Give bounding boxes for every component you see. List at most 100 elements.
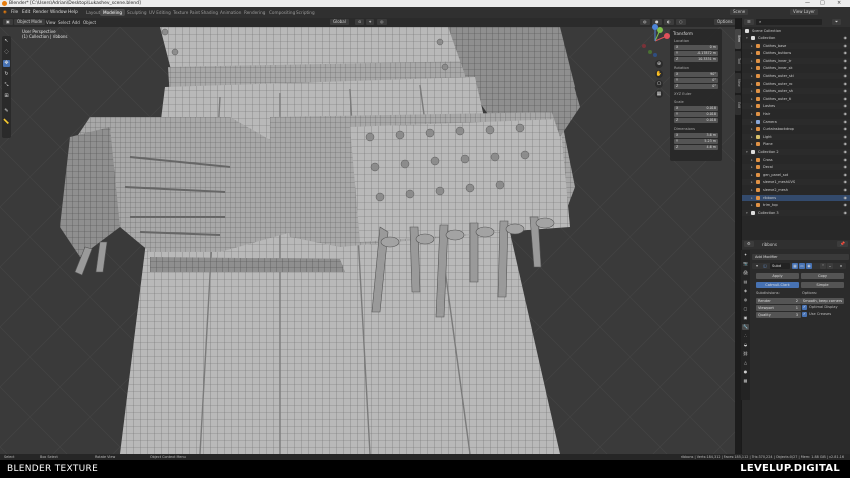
visibility-eye-icon[interactable]: ◉ <box>844 73 848 79</box>
collapse-chevron-icon[interactable]: ▾ <box>754 263 760 269</box>
menu-add[interactable]: Add <box>72 19 80 26</box>
visibility-eye-icon[interactable]: ◉ <box>844 202 848 208</box>
outliner-row[interactable]: ▸ Plane ◉ <box>742 141 850 147</box>
visibility-eye-icon[interactable]: ◉ <box>844 210 848 216</box>
scale-z-field[interactable]: Z 0.018 <box>674 118 718 123</box>
transform-orientation[interactable]: Global <box>330 19 349 25</box>
outliner-row[interactable]: ▸ Decal ◉ <box>742 164 850 171</box>
visibility-eye-icon[interactable]: ◉ <box>844 195 848 201</box>
expand-arrow-icon[interactable]: ▸ <box>751 88 753 94</box>
pan-hand-icon[interactable]: ✋ <box>655 70 663 78</box>
outliner-scene-collection[interactable]: Scene Collection <box>742 28 850 34</box>
outliner-row[interactable]: ▾ Collection ◉ <box>742 35 850 41</box>
visibility-eye-icon[interactable]: ◉ <box>844 157 848 163</box>
expand-arrow-icon[interactable]: ▸ <box>751 202 753 208</box>
collection-properties-icon[interactable]: ▢ <box>742 306 749 312</box>
particles-properties-icon[interactable]: ∴ <box>742 333 749 339</box>
apply-button[interactable]: Apply <box>756 273 799 279</box>
view-layer-selector[interactable]: View Layer <box>790 9 818 15</box>
visibility-eye-icon[interactable]: ◉ <box>844 179 848 185</box>
dimensions-x-field[interactable]: X 3.6 m <box>674 133 718 138</box>
visibility-eye-icon[interactable]: ◉ <box>844 172 848 178</box>
camera-view-icon[interactable]: ⎔ <box>655 80 663 88</box>
editor-type-button[interactable]: ▣ <box>3 19 13 25</box>
render-toggle-icon[interactable]: ◉ <box>806 263 812 269</box>
outliner-row[interactable]: ▸ trim_top ◉ <box>742 202 850 208</box>
outliner-row[interactable]: ▾ Collection 3 ◉ <box>742 209 850 216</box>
outliner-row[interactable]: ▸ Clothes_outer_ro ◉ <box>742 81 850 87</box>
material-properties-icon[interactable]: ● <box>742 369 749 375</box>
select-tool-icon[interactable]: ◌ <box>3 49 10 56</box>
tab-modeling[interactable]: Modeling <box>100 9 126 16</box>
outliner-row[interactable]: ▸ Clothes_buttons ◉ <box>742 50 850 56</box>
expand-arrow-icon[interactable]: ▸ <box>751 50 753 56</box>
tab-rendering[interactable]: Rendering <box>241 9 268 16</box>
visibility-eye-icon[interactable]: ◉ <box>844 111 848 117</box>
location-y-field[interactable]: Y -0.17872 m <box>674 51 718 56</box>
outliner-row[interactable]: ▸ ribbons ◉ <box>742 194 850 201</box>
outliner-row[interactable]: ▸ Clothes_outer_sh ◉ <box>742 88 850 95</box>
cursor-tool-icon[interactable]: ↖ <box>3 38 10 45</box>
menu-window[interactable]: Window <box>50 9 67 16</box>
outliner-search-input[interactable]: ⌕ <box>756 19 822 25</box>
outliner-row[interactable]: ▸ Clothes_inner_tr ◉ <box>742 57 850 64</box>
render-levels-field[interactable]: Render 2 <box>756 298 801 304</box>
viewport-levels-field[interactable]: Viewport 1 <box>756 305 801 311</box>
maximize-button[interactable]: □ <box>820 0 825 7</box>
minimize-button[interactable]: — <box>805 0 810 7</box>
transform-tool-icon[interactable]: ⊞ <box>3 93 10 100</box>
physics-properties-icon[interactable]: ◒ <box>742 342 749 348</box>
expand-arrow-icon[interactable]: ▸ <box>751 172 753 178</box>
outliner-row[interactable]: ▸ Clothes_inner_sk ◉ <box>742 65 850 71</box>
modifier-properties-icon[interactable]: 🔧 <box>742 324 749 330</box>
outliner-row[interactable]: ▸ Clothes_base ◉ <box>742 42 850 49</box>
outliner-row[interactable]: ▸ Curtainsbackdrop ◉ <box>742 126 850 132</box>
outliner-row[interactable]: ▾ Collection 2 ◉ <box>742 149 850 155</box>
visibility-eye-icon[interactable]: ◉ <box>844 164 848 170</box>
object-data-icon[interactable]: △ <box>742 360 749 366</box>
blender-menu-icon[interactable]: ◉ <box>3 9 7 16</box>
menu-file[interactable]: File <box>11 9 18 16</box>
outliner-row[interactable]: ▸ Light ◉ <box>742 133 850 140</box>
mode-selector[interactable]: Object Mode <box>14 19 46 25</box>
expand-arrow-icon[interactable]: ▸ <box>751 119 753 125</box>
quality-field[interactable]: Quality 3 <box>756 312 801 318</box>
close-button[interactable]: × <box>837 0 841 7</box>
expand-arrow-icon[interactable]: ▸ <box>751 58 753 64</box>
visibility-eye-icon[interactable]: ◉ <box>844 141 848 147</box>
expand-arrow-icon[interactable]: ▾ <box>746 35 748 41</box>
expand-arrow-icon[interactable]: ▾ <box>746 149 748 155</box>
3d-viewport[interactable] <box>0 27 735 454</box>
scale-x-field[interactable]: X 0.018 <box>674 106 718 111</box>
menu-object[interactable]: Object <box>83 19 96 26</box>
proportional-edit[interactable]: ◎ <box>377 19 387 25</box>
expand-arrow-icon[interactable]: ▸ <box>751 111 753 117</box>
visibility-eye-icon[interactable]: ◉ <box>844 103 848 109</box>
tab-scripting[interactable]: Scripting <box>293 9 318 16</box>
simple-button[interactable]: Simple <box>801 282 844 288</box>
options-button[interactable]: Options <box>714 19 736 25</box>
visibility-eye-icon[interactable]: ◉ <box>844 65 848 71</box>
visibility-eye-icon[interactable]: ◉ <box>844 35 848 41</box>
expand-arrow-icon[interactable]: ▸ <box>751 195 753 201</box>
object-properties-icon[interactable]: ▣ <box>742 315 749 321</box>
outliner-row[interactable]: ▸ Clothes_outer_ti ◉ <box>742 96 850 102</box>
edit-mode-toggle-icon[interactable]: ▦ <box>792 263 798 269</box>
dimensions-z-field[interactable]: Z 4.6 m <box>674 145 718 150</box>
uv-smooth-dropdown[interactable]: Smooth, keep corners <box>801 298 844 304</box>
visibility-eye-icon[interactable]: ◉ <box>844 96 848 102</box>
menu-view[interactable]: View <box>46 19 56 26</box>
navigation-gizmo[interactable] <box>638 24 672 58</box>
rotation-z-field[interactable]: Z 0° <box>674 84 718 89</box>
expand-arrow-icon[interactable]: ▸ <box>751 103 753 109</box>
gizmo-z-axis[interactable] <box>652 24 658 30</box>
outliner-row[interactable]: ▸ Clothes_outer_ski ◉ <box>742 73 850 79</box>
outliner-row[interactable]: ▸ sleeve2_mesh ◉ <box>742 187 850 193</box>
rotate-tool-icon[interactable]: ↻ <box>3 71 10 78</box>
outliner-row[interactable]: ▸ Lashes ◉ <box>742 103 850 110</box>
world-properties-icon[interactable]: ◍ <box>742 297 749 303</box>
visibility-eye-icon[interactable]: ◉ <box>844 187 848 193</box>
expand-arrow-icon[interactable]: ▸ <box>751 179 753 185</box>
zoom-icon[interactable]: ⊕ <box>655 60 663 68</box>
measure-tool-icon[interactable]: 📏 <box>3 119 10 126</box>
